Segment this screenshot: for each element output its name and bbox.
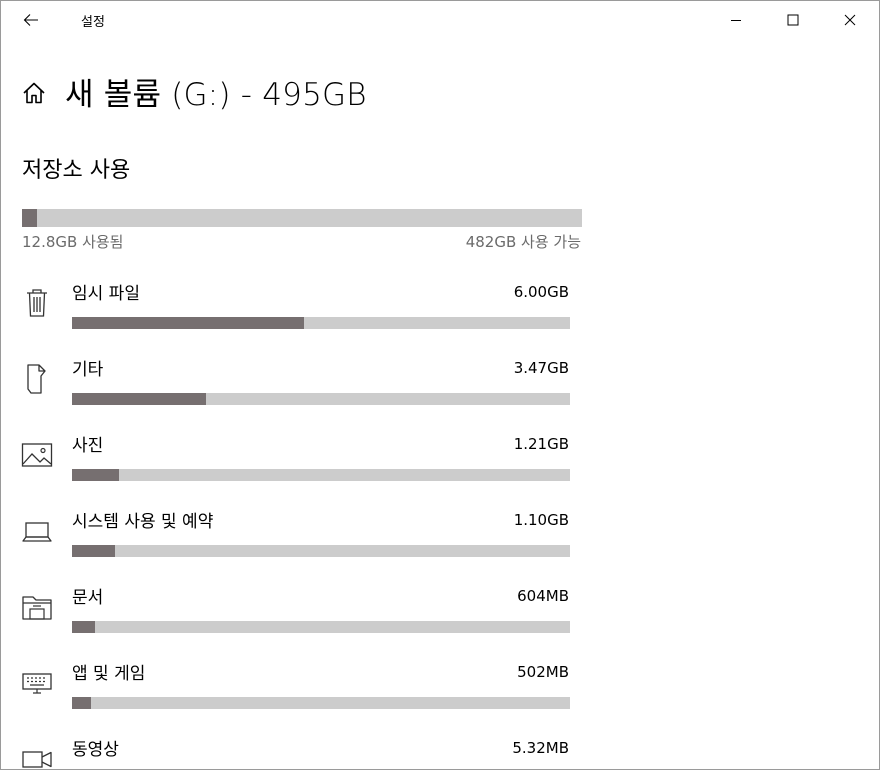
close-icon xyxy=(844,14,856,26)
used-space-label: 12.8GB 사용됨 xyxy=(22,233,124,251)
app-title: 설정 xyxy=(81,15,105,30)
section-title-storage-usage: 저장소 사용 xyxy=(22,158,131,183)
documents-folder-icon xyxy=(21,591,53,623)
maximize-button[interactable] xyxy=(764,1,822,39)
category-name: 임시 파일 xyxy=(72,284,140,304)
category-other[interactable]: 기타 3.47GB xyxy=(1,347,879,423)
minimize-button[interactable] xyxy=(707,1,765,39)
other-files-icon xyxy=(21,363,53,395)
category-size: 6.00GB xyxy=(513,283,569,301)
category-usage-bar-fill xyxy=(72,469,119,481)
category-usage-bar xyxy=(72,621,570,633)
category-usage-bar-fill xyxy=(72,621,95,633)
category-size: 604MB xyxy=(517,587,569,605)
category-videos[interactable]: 동영상 5.32MB xyxy=(1,727,879,769)
category-pictures[interactable]: 사진 1.21GB xyxy=(1,423,879,499)
category-usage-bar-fill xyxy=(72,697,91,709)
category-size: 5.32MB xyxy=(512,739,569,757)
category-name: 앱 및 게임 xyxy=(72,664,146,684)
category-name: 사진 xyxy=(72,436,104,456)
free-space-label: 482GB 사용 가능 xyxy=(465,233,581,251)
video-camera-icon xyxy=(21,743,53,769)
page-title: 새 볼륨 (G:) - 495GB xyxy=(65,76,367,113)
category-usage-bar xyxy=(72,469,570,481)
maximize-icon xyxy=(787,14,799,26)
back-button[interactable] xyxy=(9,1,53,39)
close-button[interactable] xyxy=(821,1,879,39)
page-header: 새 볼륨 (G:) - 495GB xyxy=(21,69,367,113)
minimize-icon xyxy=(731,20,741,21)
category-usage-bar-fill xyxy=(72,393,206,405)
back-arrow-icon xyxy=(23,14,38,26)
picture-icon xyxy=(21,439,53,471)
category-temp-files[interactable]: 임시 파일 6.00GB xyxy=(1,271,879,347)
keyboard-icon xyxy=(21,667,53,699)
title-bar: 설정 xyxy=(1,1,879,39)
category-usage-bar xyxy=(72,545,570,557)
category-system-reserved[interactable]: 시스템 사용 및 예약 1.10GB xyxy=(1,499,879,575)
category-apps-games[interactable]: 앱 및 게임 502MB xyxy=(1,651,879,727)
settings-window: 설정 새 볼륨 (G:) - 495GB 저장소 사용 12.8GB 사용됨 4… xyxy=(0,0,880,770)
category-usage-bar xyxy=(72,393,570,405)
trash-icon xyxy=(21,287,53,319)
category-name: 시스템 사용 및 예약 xyxy=(72,512,214,532)
category-usage-bar xyxy=(72,697,570,709)
home-icon xyxy=(23,82,45,104)
category-usage-bar-fill xyxy=(72,545,115,557)
category-name: 문서 xyxy=(72,588,104,608)
category-size: 3.47GB xyxy=(513,359,569,377)
total-usage-bar xyxy=(22,209,582,227)
total-usage-bar-fill xyxy=(22,209,37,227)
category-usage-bar-fill xyxy=(72,317,305,329)
laptop-icon xyxy=(21,515,53,547)
category-size: 1.21GB xyxy=(513,435,569,453)
category-size: 502MB xyxy=(517,663,569,681)
category-size: 1.10GB xyxy=(513,511,569,529)
category-name: 기타 xyxy=(72,360,104,380)
category-usage-bar xyxy=(72,317,570,329)
category-name: 동영상 xyxy=(72,740,119,760)
category-documents[interactable]: 문서 604MB xyxy=(1,575,879,651)
